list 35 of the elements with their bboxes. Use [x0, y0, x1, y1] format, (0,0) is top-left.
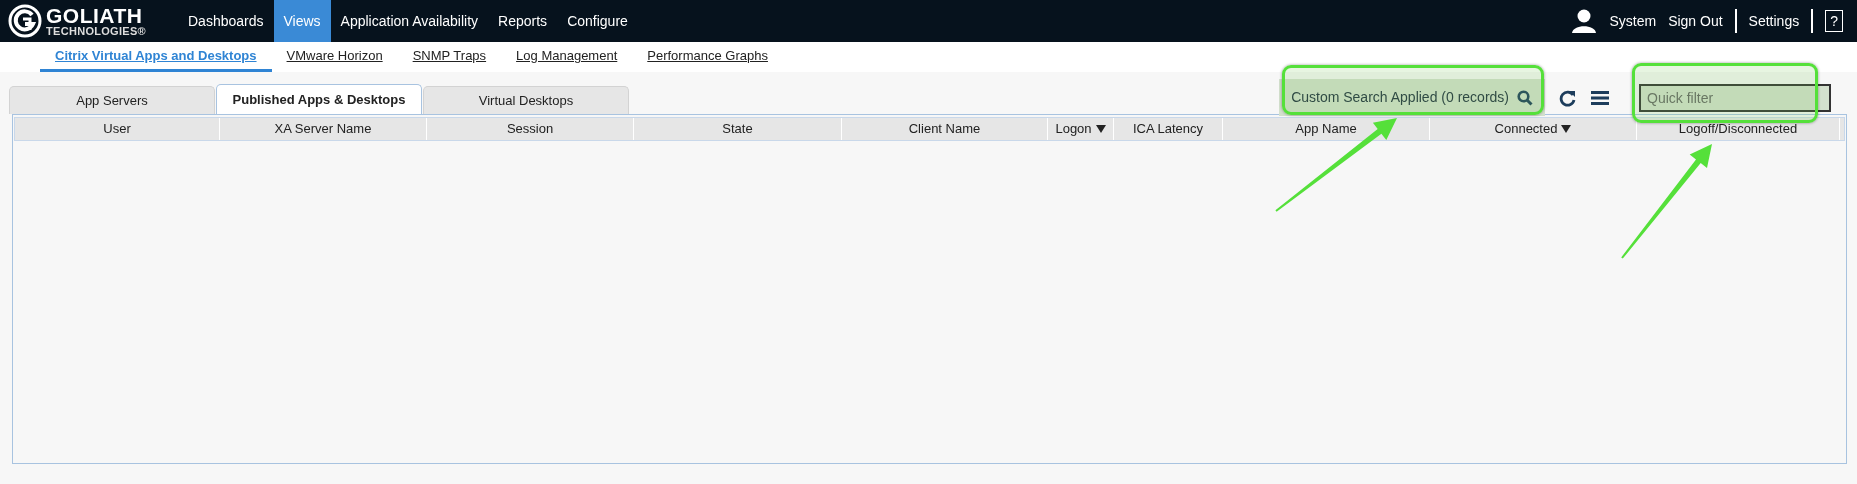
column-header[interactable]: Logon [1048, 118, 1114, 140]
subnav-tab[interactable]: Log Management [501, 42, 633, 72]
nav-item[interactable]: Configure [557, 0, 638, 42]
column-header[interactable]: XA Server Name [220, 118, 427, 140]
tab[interactable]: App Servers [9, 86, 215, 114]
sign-out-link[interactable]: Sign Out [1668, 10, 1723, 32]
subnav-tab[interactable]: Citrix Virtual Apps and Desktops [40, 42, 272, 72]
logo-name: GOLIATH [46, 5, 144, 26]
subnav-tab[interactable]: SNMP Traps [397, 42, 502, 72]
user-icon [1571, 9, 1598, 33]
nav-item[interactable]: Dashboards [178, 0, 274, 42]
column-header[interactable]: Logoff/Disconnected [1637, 118, 1840, 140]
quick-filter-field[interactable]: Quick filter [1639, 83, 1831, 112]
column-header[interactable]: User [15, 118, 220, 140]
tab[interactable]: Published Apps & Desktops [216, 84, 422, 114]
column-header[interactable]: ICA Latency [1114, 118, 1223, 140]
subnav-tab[interactable]: Performance Graphs [632, 42, 783, 72]
settings-link[interactable]: Settings [1748, 10, 1800, 32]
menu-icon[interactable] [1591, 89, 1609, 106]
logo-icon [8, 4, 42, 38]
help-button[interactable]: ? [1825, 10, 1843, 32]
column-header[interactable]: State [634, 118, 842, 140]
search-status-button[interactable]: Custom Search Applied (0 records) [1279, 79, 1545, 116]
column-header[interactable]: Session [427, 118, 634, 140]
column-header[interactable]: Client Name [842, 118, 1048, 140]
tab[interactable]: Virtual Desktops [423, 86, 629, 114]
search-icon [1517, 89, 1533, 106]
nav-item[interactable]: Views [273, 0, 331, 42]
nav-item[interactable]: Reports [488, 0, 558, 42]
nav-item[interactable]: Application Availability [330, 0, 489, 42]
logo-tagline: TECHNOLOGIES® [46, 26, 146, 37]
column-header[interactable]: Connected [1430, 118, 1637, 140]
user-link[interactable]: System [1609, 10, 1657, 32]
refresh-icon[interactable] [1559, 88, 1577, 107]
subnav-tab[interactable]: VMware Horizon [271, 42, 398, 72]
